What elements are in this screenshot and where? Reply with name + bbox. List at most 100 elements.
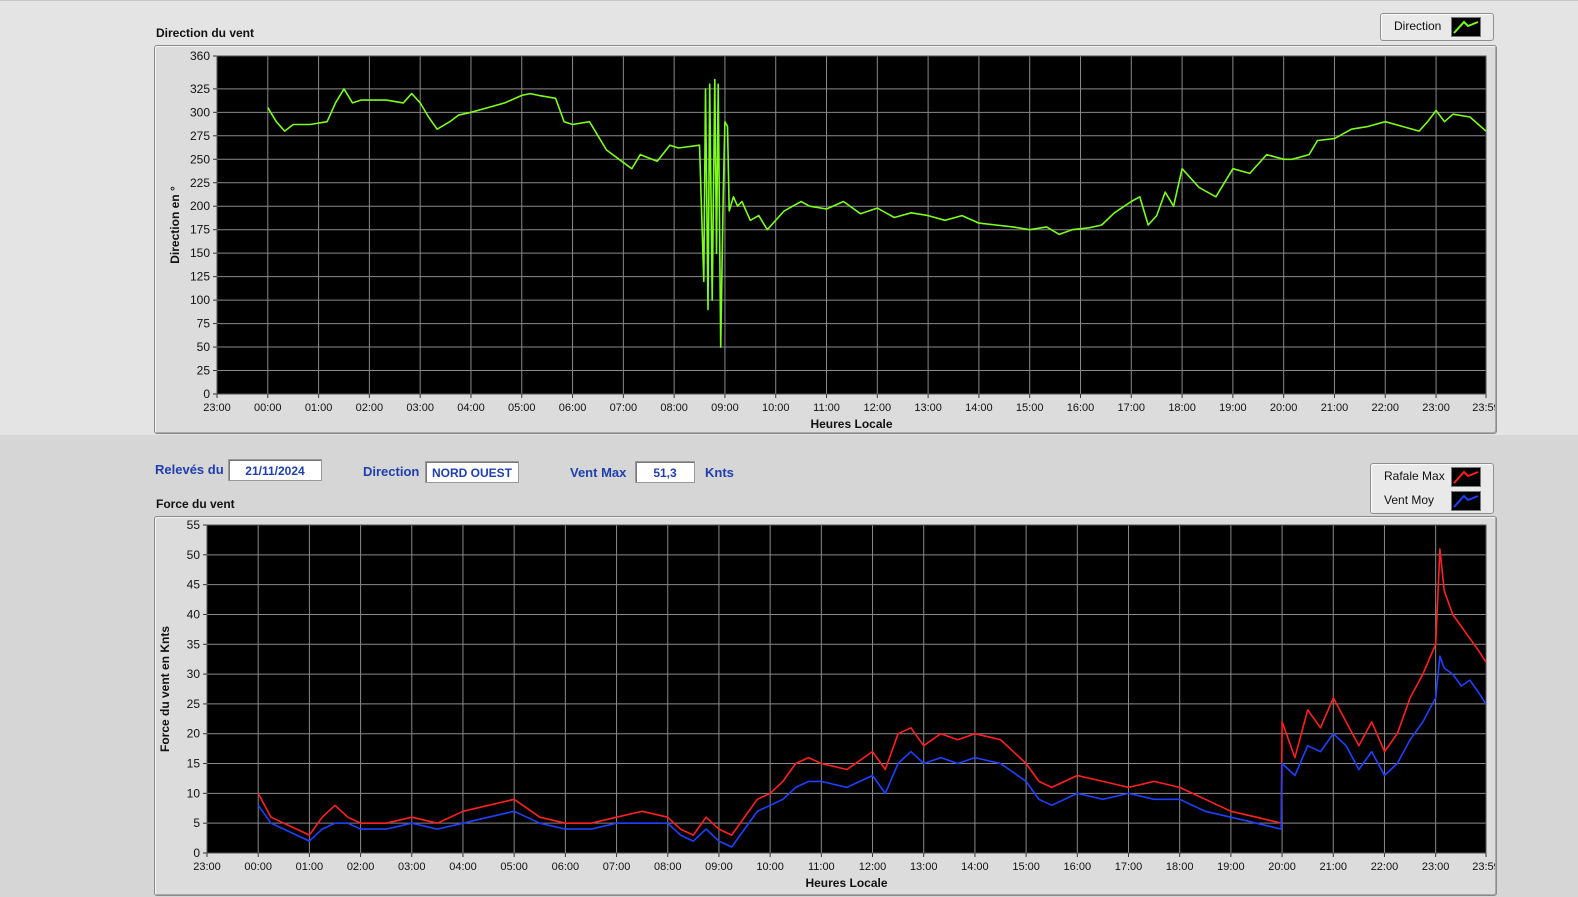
y-axis-label: Force du vent en Knts — [158, 626, 172, 752]
direction-legend: Direction — [1380, 13, 1494, 41]
x-tick-label: 13:00 — [910, 861, 938, 873]
plot-area — [207, 525, 1486, 853]
x-tick-label: 21:00 — [1321, 402, 1349, 414]
releves-label: Relevés du — [155, 462, 224, 477]
x-tick-label: 09:00 — [711, 402, 739, 414]
y-tick-label: 45 — [187, 578, 201, 592]
x-tick-label: 02:00 — [356, 402, 384, 414]
legend-item-rafale: Rafale Max — [1371, 464, 1493, 488]
x-tick-label: 13:00 — [914, 402, 942, 414]
x-tick-label: 23:00 — [1422, 861, 1450, 873]
y-tick-label: 300 — [190, 105, 210, 119]
y-tick-label: 325 — [190, 82, 210, 96]
legend-swatch-rafale — [1451, 467, 1481, 487]
x-tick-label: 08:00 — [654, 861, 682, 873]
x-tick-label: 11:00 — [808, 861, 835, 873]
x-tick-label: 18:00 — [1168, 402, 1196, 414]
y-tick-label: 75 — [197, 317, 211, 331]
y-tick-label: 250 — [190, 152, 210, 166]
x-tick-label: 23:00 — [203, 402, 231, 414]
x-tick-label: 11:00 — [813, 402, 840, 414]
x-tick-label: 14:00 — [961, 861, 989, 873]
vent-max-unit: Knts — [705, 465, 734, 480]
vent-max-field[interactable]: 51,3 — [635, 461, 695, 483]
y-tick-label: 50 — [187, 548, 201, 562]
x-tick-label: 01:00 — [296, 861, 324, 873]
legend-label-vent-moy: Vent Moy — [1384, 493, 1435, 507]
legend-label-direction: Direction — [1394, 19, 1442, 33]
y-tick-label: 50 — [197, 340, 211, 354]
x-tick-label: 10:00 — [756, 861, 784, 873]
x-tick-label: 20:00 — [1268, 861, 1296, 873]
x-tick-label: 04:00 — [457, 402, 485, 414]
y-tick-label: 360 — [190, 49, 210, 63]
x-tick-label: 19:00 — [1217, 861, 1245, 873]
x-tick-label: 07:00 — [610, 402, 638, 414]
x-tick-label: 17:00 — [1115, 861, 1143, 873]
x-tick-label: 22:00 — [1371, 402, 1399, 414]
x-tick-label: 05:00 — [500, 861, 528, 873]
x-tick-label: 08:00 — [660, 402, 688, 414]
y-tick-label: 15 — [187, 757, 201, 771]
x-tick-label: 23:00 — [193, 861, 221, 873]
y-tick-label: 0 — [193, 846, 200, 860]
x-tick-label: 16:00 — [1067, 402, 1095, 414]
legend-item-vent-moy: Vent Moy — [1371, 488, 1493, 512]
force-legend: Rafale Max Vent Moy — [1370, 463, 1494, 514]
y-tick-label: 55 — [187, 518, 201, 532]
direction-chart: 23:00 00:00 01:00 02:00 03:00 04:00 05:00 06:00… — [168, 49, 1495, 431]
direction-label: Direction — [363, 464, 420, 479]
x-tick-label: 06:00 — [552, 861, 580, 873]
x-tick-label: 04:00 — [449, 861, 477, 873]
y-tick-label: 10 — [187, 786, 201, 800]
x-tick-label: 00:00 — [244, 861, 272, 873]
y-tick-label: 25 — [187, 697, 201, 711]
x-tick-label: 05:00 — [508, 402, 536, 414]
x-tick-label: 16:00 — [1064, 861, 1092, 873]
y-tick-label: 100 — [190, 293, 210, 307]
x-tick-label: 23:00 — [1422, 402, 1450, 414]
x-tick-label: 15:00 — [1012, 861, 1040, 873]
x-tick-label: 18:00 — [1166, 861, 1194, 873]
x-tick-label: 12:00 — [859, 861, 887, 873]
y-axis-label: Direction en ° — [168, 186, 182, 264]
x-tick-label: 15:00 — [1016, 402, 1044, 414]
x-tick-label: 01:00 — [305, 402, 333, 414]
x-tick-label: 22:00 — [1371, 861, 1399, 873]
x-tick-label: 19:00 — [1219, 402, 1247, 414]
x-tick-label: 03:00 — [398, 861, 426, 873]
x-tick-label: 02:00 — [347, 861, 375, 873]
y-tick-label: 40 — [187, 607, 201, 621]
x-tick-label: 03:00 — [406, 402, 434, 414]
x-tick-label: 23:59 — [1472, 402, 1495, 414]
y-tick-label: 0 — [203, 387, 210, 401]
direction-field[interactable]: NORD OUEST — [425, 461, 519, 483]
x-tick-label: 21:00 — [1320, 861, 1348, 873]
y-tick-label: 30 — [187, 667, 201, 681]
legend-label-rafale: Rafale Max — [1384, 469, 1445, 483]
x-axis-label: Heures Locale — [805, 876, 887, 890]
x-tick-label: 09:00 — [705, 861, 733, 873]
date-field[interactable]: 21/11/2024 — [228, 459, 322, 481]
x-tick-label: 06:00 — [559, 402, 587, 414]
vent-max-label: Vent Max — [570, 465, 627, 480]
force-chart-title: Force du vent — [156, 497, 235, 511]
y-tick-label: 20 — [187, 727, 201, 741]
legend-item-direction: Direction — [1381, 14, 1493, 38]
y-tick-label: 200 — [190, 199, 210, 213]
force-chart: 23:00 00:00 01:00 02:00 03:00 04:00 05:00 06:00… — [158, 518, 1495, 890]
x-tick-label: 07:00 — [603, 861, 631, 873]
x-tick-label: 17:00 — [1118, 402, 1146, 414]
legend-swatch-vent-moy — [1451, 491, 1481, 511]
x-tick-label: 12:00 — [864, 402, 892, 414]
y-tick-label: 275 — [190, 129, 210, 143]
y-tick-label: 125 — [190, 270, 210, 284]
x-tick-label: 20:00 — [1270, 402, 1298, 414]
direction-chart-title: Direction du vent — [156, 26, 255, 40]
plot-area — [217, 56, 1486, 394]
y-tick-label: 175 — [190, 223, 210, 237]
y-tick-label: 225 — [190, 176, 210, 190]
x-tick-label: 14:00 — [965, 402, 993, 414]
y-tick-label: 150 — [190, 246, 210, 260]
x-tick-label: 00:00 — [254, 402, 282, 414]
